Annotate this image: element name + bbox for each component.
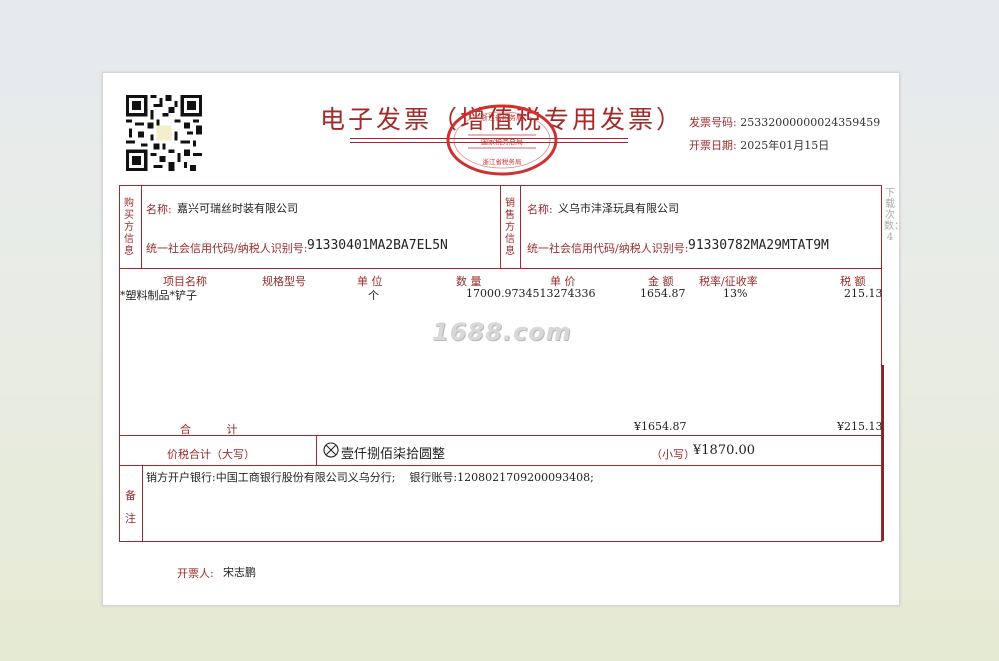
divider <box>119 268 882 269</box>
invoice-date-label: 开票日期: <box>689 139 737 152</box>
divider <box>141 185 142 268</box>
divider <box>142 465 143 542</box>
total-amount: ¥1654.87 <box>634 420 687 433</box>
remarks-label-1: 备 <box>125 489 136 502</box>
seller-name: 义乌市沣泽玩具有限公司 <box>558 202 679 215</box>
divider <box>316 435 317 465</box>
summary-small-label: （小写） <box>651 448 695 461</box>
header-spec: 规格型号 <box>262 275 306 288</box>
issuer-label: 开票人: <box>177 567 214 580</box>
item-tax-rate: 13% <box>723 287 748 300</box>
remarks-text: 销方开户银行:中国工商银行股份有限公司义乌分行; 银行账号:1208021709… <box>146 471 594 484</box>
divider <box>119 465 882 466</box>
issuer-name: 宋志鹏 <box>223 566 256 579</box>
item-unit: 个 <box>368 289 379 302</box>
invoice-number: 发票号码: 25332000000024359459 <box>689 114 880 130</box>
tax-seal: 浙江省税务局 国家税务总局 浙江省税务局 <box>446 104 558 176</box>
seller-tax-id: 91330782MA29MTAT9M <box>688 238 829 253</box>
item-name: *塑料制品*铲子 <box>120 289 197 302</box>
divider <box>119 435 882 436</box>
item-amount: 1654.87 <box>640 287 686 300</box>
divider <box>520 185 521 268</box>
invoice-number-value: 25332000000024359459 <box>740 116 881 129</box>
cross-circle-icon <box>323 442 339 458</box>
item-qty: 1700 <box>466 287 494 300</box>
summary-small-amount: ¥1870.00 <box>693 443 756 458</box>
invoice-date-value: 2025年01月15日 <box>740 139 830 152</box>
qr-code <box>126 95 202 171</box>
summary-label: 价税合计（大写） <box>167 448 255 461</box>
buyer-section-label: 购买方信息 <box>124 198 134 257</box>
buyer-name-label: 名称: <box>146 203 172 216</box>
invoice-number-label: 发票号码: <box>689 116 737 129</box>
buyer-name: 嘉兴可瑞丝时装有限公司 <box>177 202 298 215</box>
buyer-tax-id: 91330401MA2BA7EL5N <box>307 238 448 253</box>
seal-top-text: 浙江省税务局 <box>481 113 523 122</box>
seller-section-label: 销售方信息 <box>505 198 515 257</box>
watermark: 1688.com <box>432 318 572 346</box>
item-price: 0.9734513274336 <box>494 287 596 300</box>
item-tax: 215.13 <box>844 287 883 300</box>
summary-upper-amount: 壹仟捌佰柒拾圆整 <box>341 447 446 462</box>
download-count-note: 下载次数：4 <box>884 188 904 243</box>
buyer-tax-label: 统一社会信用代码/纳税人识别号: <box>146 242 308 255</box>
seller-tax-label: 统一社会信用代码/纳税人识别号: <box>527 242 689 255</box>
seal-bottom-text: 浙江省税务局 <box>483 157 522 166</box>
seller-name-label: 名称: <box>527 203 553 216</box>
seal-mid-text: 国家税务总局 <box>481 137 523 146</box>
remarks-label-2: 注 <box>125 512 136 525</box>
frame-edge <box>882 365 884 541</box>
invoice-date: 开票日期: 2025年01月15日 <box>689 137 829 153</box>
divider <box>500 185 501 268</box>
total-tax: ¥215.13 <box>837 420 883 433</box>
